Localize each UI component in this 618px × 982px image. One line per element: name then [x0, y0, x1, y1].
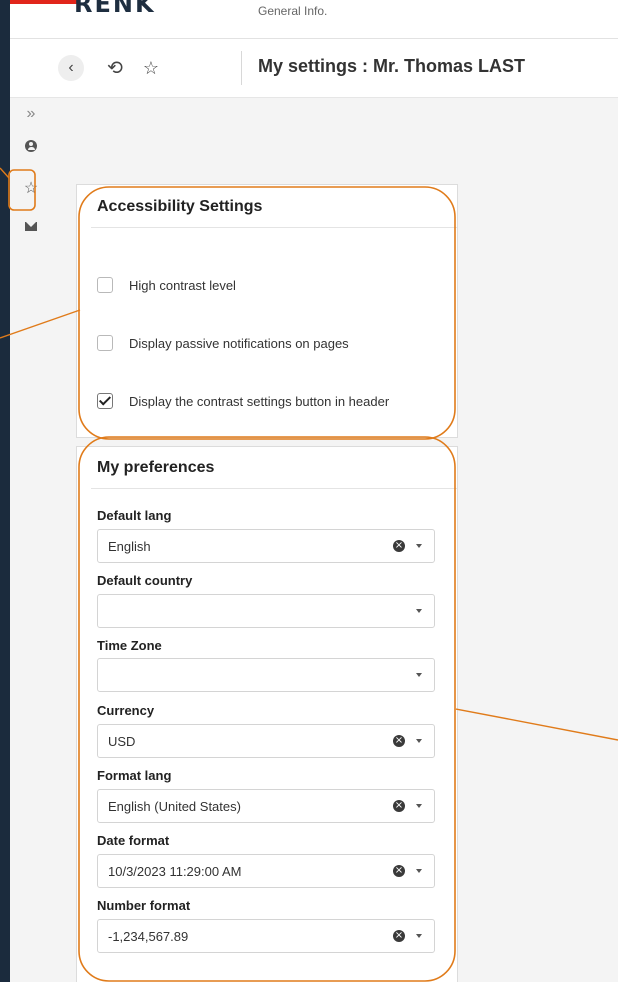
passive-notifications-label: Display passive notifications on pages	[129, 335, 349, 351]
rail-item-user[interactable]	[19, 134, 43, 158]
navbar-divider	[241, 51, 242, 85]
favorite-button[interactable]: ☆	[138, 55, 164, 81]
clear-icon[interactable]: ×	[393, 540, 405, 552]
contrast-button-option[interactable]: Display the contrast settings button in …	[97, 393, 389, 409]
format-lang-select[interactable]: English (United States) ×	[97, 789, 435, 823]
chevron-down-icon[interactable]	[416, 673, 422, 677]
clear-icon[interactable]: ×	[393, 800, 405, 812]
high-contrast-label: High contrast level	[129, 277, 236, 293]
contrast-button-label: Display the contrast settings button in …	[129, 393, 390, 409]
panel-divider	[91, 488, 457, 489]
time-zone-label: Time Zone	[97, 638, 162, 653]
chevron-down-icon[interactable]	[416, 869, 422, 873]
mail-icon	[25, 221, 37, 231]
history-button[interactable]: ⟲	[102, 55, 128, 81]
contrast-button-checkbox[interactable]	[97, 393, 113, 409]
number-format-label: Number format	[97, 898, 191, 913]
chevron-down-icon[interactable]	[416, 544, 422, 548]
default-lang-select[interactable]: English ×	[97, 529, 435, 563]
number-format-select[interactable]: -1,234,567.89 ×	[97, 919, 435, 953]
high-contrast-checkbox[interactable]	[97, 277, 113, 293]
user-icon	[25, 140, 37, 152]
chevron-down-icon[interactable]	[416, 804, 422, 808]
date-format-select[interactable]: 10/3/2023 11:29:00 AM ×	[97, 854, 435, 888]
passive-notifications-option[interactable]: Display passive notifications on pages	[97, 335, 349, 351]
passive-notifications-checkbox[interactable]	[97, 335, 113, 351]
high-contrast-option[interactable]: High contrast level	[97, 277, 236, 293]
default-country-select[interactable]	[97, 594, 435, 628]
date-format-label: Date format	[97, 833, 170, 848]
preferences-title: My preferences	[97, 459, 215, 476]
star-icon: ☆	[142, 57, 160, 78]
format-lang-value: English (United States)	[108, 799, 241, 814]
panel-divider	[91, 227, 457, 228]
brand-accent-bar	[10, 0, 80, 4]
clear-icon[interactable]: ×	[393, 735, 405, 747]
top-header: RENK General Info.	[10, 0, 618, 39]
preferences-panel: My preferences Default lang English × De…	[76, 446, 458, 982]
clear-icon[interactable]: ×	[393, 930, 405, 942]
chevron-down-icon[interactable]	[416, 739, 422, 743]
default-lang-value: English	[108, 539, 151, 554]
favorites-callout-line	[0, 167, 10, 179]
application-window: RENK General Info. ‹ ⟲ ☆ My settings : M…	[10, 0, 618, 982]
app-menu-label[interactable]: General Info.	[258, 4, 327, 18]
chevron-left-icon: ‹	[68, 59, 74, 76]
expand-rail-button[interactable]: »	[19, 102, 43, 126]
currency-label: Currency	[97, 703, 155, 718]
currency-value: USD	[108, 734, 136, 749]
currency-select[interactable]: USD ×	[97, 724, 435, 758]
back-button[interactable]: ‹	[58, 55, 84, 81]
rail-item-messages[interactable]	[19, 214, 43, 238]
chevron-down-icon[interactable]	[416, 934, 422, 938]
time-zone-select[interactable]	[97, 658, 435, 692]
chevron-down-icon[interactable]	[416, 609, 422, 613]
clear-icon[interactable]: ×	[393, 865, 405, 877]
history-icon: ⟲	[107, 57, 123, 79]
date-format-value: 10/3/2023 11:29:00 AM	[108, 864, 242, 879]
rail-item-favorites[interactable]: ☆	[19, 176, 43, 200]
side-rail: » ☆	[10, 98, 54, 982]
default-country-label: Default country	[97, 573, 193, 588]
page-title: My settings : Mr. Thomas LAST	[258, 56, 526, 76]
default-lang-label: Default lang	[97, 508, 172, 523]
page-navbar: ‹ ⟲ ☆ My settings : Mr. Thomas LAST	[10, 39, 618, 98]
brand-logo[interactable]: RENK	[74, 0, 156, 18]
accessibility-settings-title: Accessibility Settings	[97, 198, 263, 215]
format-lang-label: Format lang	[97, 768, 172, 783]
star-icon: ☆	[23, 180, 39, 197]
accessibility-settings-panel: Accessibility Settings High contrast lev…	[76, 184, 458, 438]
number-format-value: -1,234,567.89	[108, 929, 189, 944]
